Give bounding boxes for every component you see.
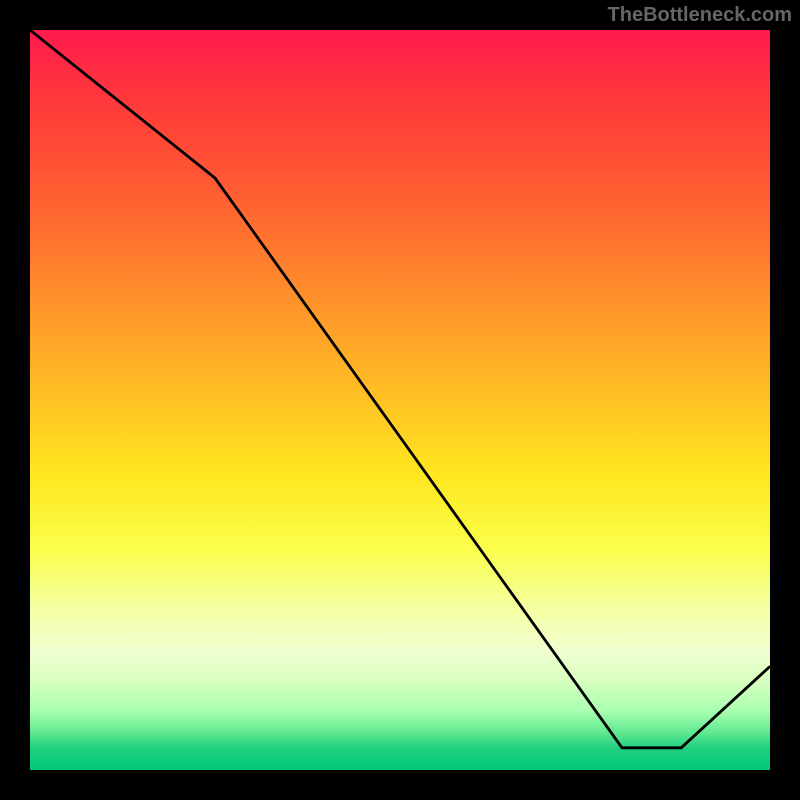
chart-curve bbox=[30, 30, 770, 748]
chart-plot-area bbox=[30, 30, 770, 770]
chart-line-layer bbox=[30, 30, 770, 770]
watermark-text: TheBottleneck.com bbox=[608, 4, 792, 27]
